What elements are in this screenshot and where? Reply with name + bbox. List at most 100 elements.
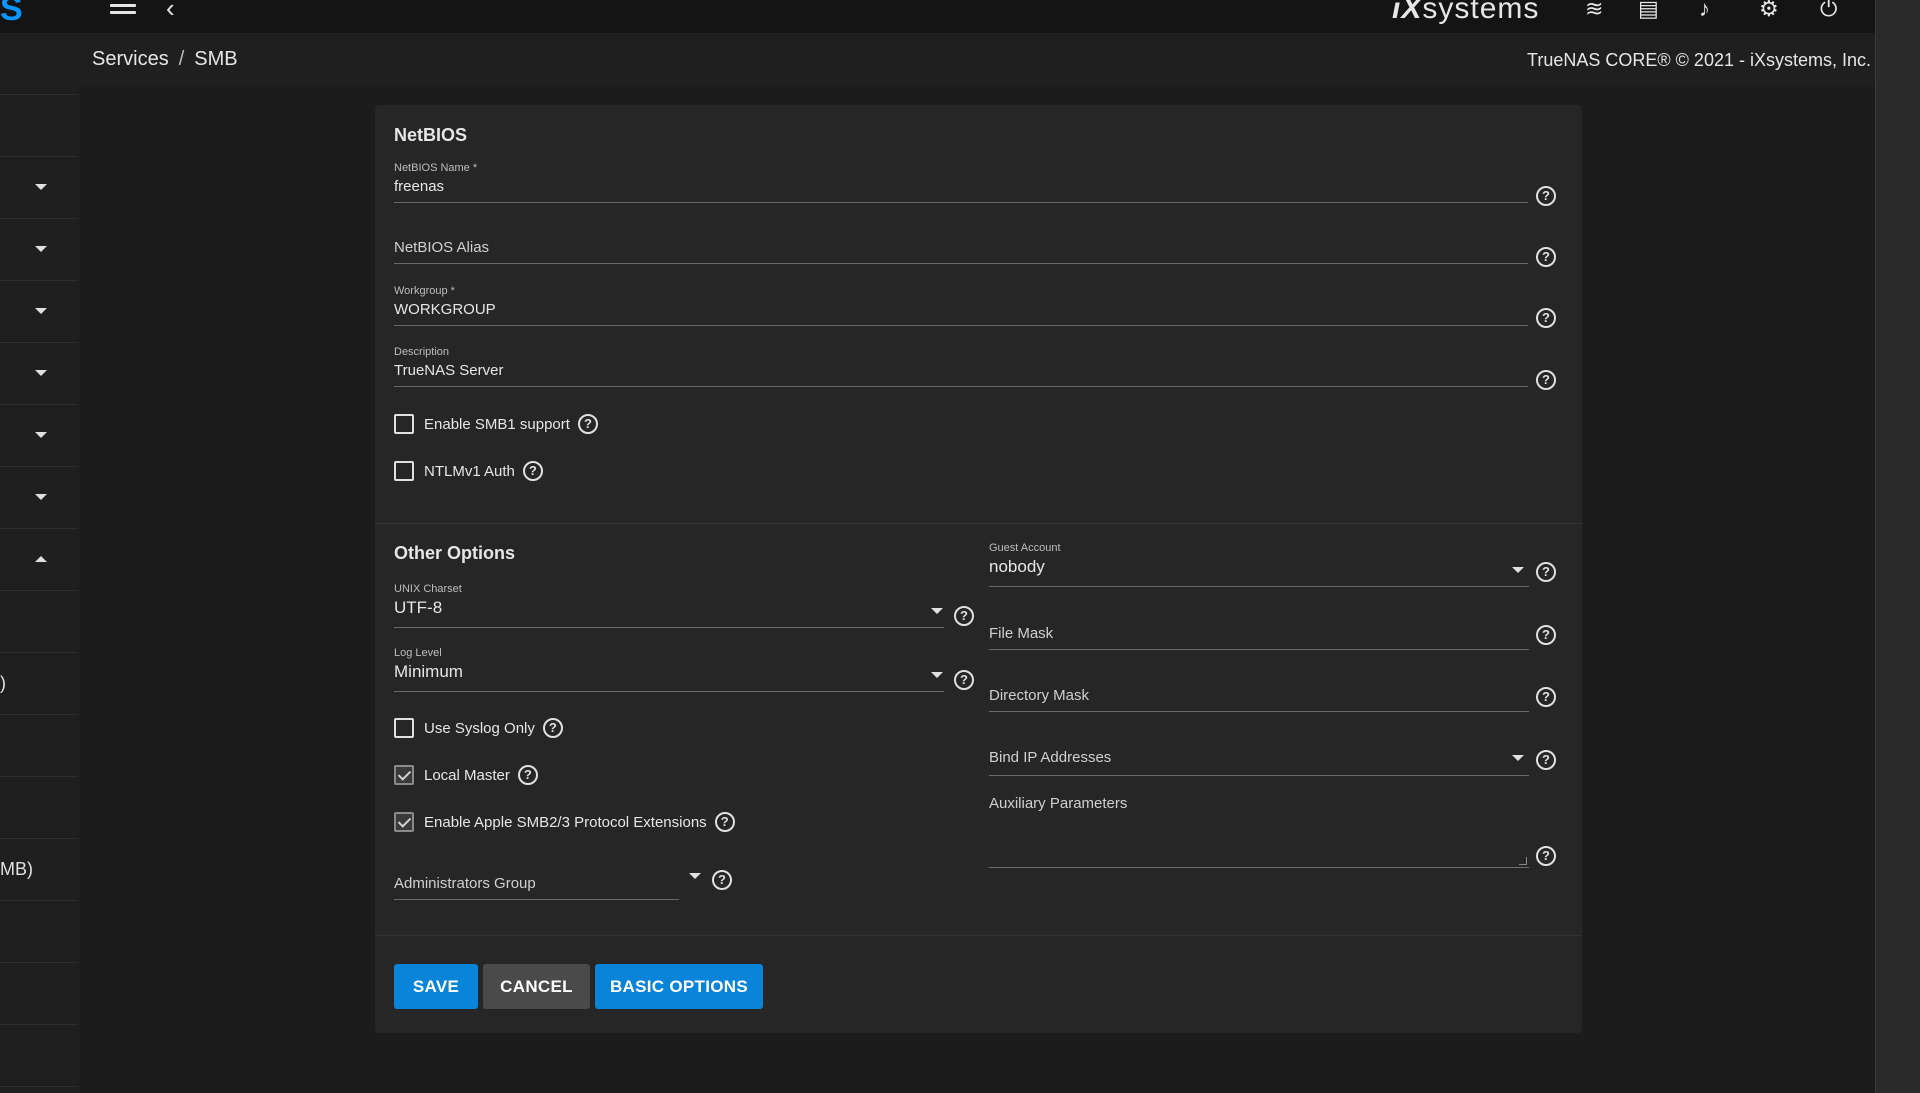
description-input[interactable]: TrueNAS Server [394, 362, 503, 379]
save-button[interactable]: SAVE [394, 964, 478, 1009]
local-master-checkbox-row: Local Master ? [394, 765, 538, 785]
help-icon[interactable]: ? [1536, 750, 1556, 770]
log-level-value[interactable]: Minimum [394, 662, 463, 682]
bind-ip-select[interactable]: Bind IP Addresses ? [989, 729, 1569, 781]
netbios-alias-input[interactable]: NetBIOS Alias [394, 239, 489, 256]
chevron-down-icon[interactable] [1512, 567, 1524, 573]
help-icon[interactable]: ? [1536, 625, 1556, 645]
chevron-down-icon[interactable] [1512, 755, 1524, 761]
sidebar-item[interactable] [0, 157, 78, 219]
checkbox-label[interactable]: Local Master [424, 767, 510, 784]
apple-smb-extensions-checkbox[interactable] [394, 812, 414, 832]
enable-smb1-checkbox[interactable] [394, 414, 414, 434]
copyright-text: TrueNAS CORE® © 2021 - iXsystems, Inc. [1527, 50, 1871, 70]
sidebar: ) MB) [0, 33, 80, 1093]
page-header: Services / SMB TrueNAS CORE® © 2021 - iXsy… [80, 33, 1875, 85]
sidebar-item[interactable] [0, 777, 78, 839]
netbios-name-field[interactable]: NetBIOS Name * freenas ? [394, 162, 1556, 212]
netbios-alias-field[interactable]: NetBIOS Alias ? [394, 223, 1556, 273]
netbios-name-input[interactable]: freenas [394, 178, 444, 195]
sidebar-item[interactable] [0, 901, 78, 963]
ixsystems-logo[interactable]: iXsystems [1392, 0, 1539, 26]
sidebar-item[interactable] [0, 95, 78, 157]
help-icon[interactable]: ? [1536, 687, 1556, 707]
help-icon[interactable]: ? [714, 812, 735, 832]
sidebar-item[interactable] [0, 529, 78, 591]
help-icon[interactable]: ? [1536, 247, 1556, 267]
chevron-down-icon[interactable] [931, 672, 943, 678]
help-icon[interactable]: ? [522, 461, 543, 481]
field-label: Guest Account [989, 542, 1061, 554]
help-icon[interactable]: ? [1536, 186, 1556, 206]
chevron-down-icon[interactable] [689, 873, 701, 879]
auxiliary-parameters-textarea[interactable] [989, 867, 1529, 868]
checkbox-label[interactable]: NTLMv1 Auth [424, 463, 515, 480]
help-icon[interactable]: ? [954, 670, 974, 690]
layers-icon[interactable]: ≋ [1585, 0, 1603, 22]
sidebar-item[interactable]: ) [0, 653, 78, 715]
chevron-down-icon [35, 370, 47, 376]
sidebar-item[interactable] [0, 1025, 78, 1087]
local-master-checkbox[interactable] [394, 765, 414, 785]
log-level-select[interactable]: Log Level Minimum ? [394, 647, 974, 702]
sidebar-item[interactable]: MB) [0, 839, 78, 901]
directory-mask-field[interactable]: Directory Mask ? [989, 667, 1569, 717]
back-icon[interactable]: ‹ [166, 0, 175, 24]
other-options-section-title: Other Options [394, 543, 515, 563]
help-icon[interactable]: ? [517, 765, 538, 785]
scrollbar[interactable] [1875, 0, 1920, 1093]
sidebar-item[interactable] [0, 963, 78, 1025]
unix-charset-value[interactable]: UTF-8 [394, 598, 442, 618]
bell-icon[interactable]: ♪ [1699, 0, 1710, 22]
sidebar-item[interactable] [0, 343, 78, 405]
sidebar-item[interactable] [0, 715, 78, 777]
sidebar-item-label: MB) [0, 859, 33, 879]
administrators-group-field[interactable]: Administrators Group [394, 857, 701, 907]
auxiliary-parameters-field[interactable]: Auxiliary Parameters ? [989, 795, 1569, 875]
guest-account-value[interactable]: nobody [989, 557, 1045, 577]
chevron-down-icon [35, 494, 47, 500]
power-icon[interactable]: ⏻ [1820, 0, 1837, 22]
sidebar-item[interactable] [0, 33, 78, 95]
cancel-button[interactable]: CANCEL [483, 964, 590, 1009]
file-mask-input[interactable]: File Mask [989, 625, 1053, 642]
clipboard-icon[interactable]: ▤ [1638, 0, 1659, 22]
breadcrumb-services[interactable]: Services [92, 48, 169, 70]
smb1-checkbox-row: Enable SMB1 support ? [394, 414, 598, 434]
sidebar-item[interactable] [0, 467, 78, 529]
gear-icon[interactable]: ⚙ [1759, 0, 1779, 22]
help-icon[interactable]: ? [542, 718, 563, 738]
help-icon[interactable]: ? [1536, 370, 1556, 390]
checkbox-label[interactable]: Use Syslog Only [424, 720, 535, 737]
sidebar-item[interactable] [0, 281, 78, 343]
sidebar-item[interactable] [0, 591, 78, 653]
help-icon[interactable]: ? [712, 870, 732, 890]
chevron-up-icon [35, 556, 47, 562]
administrators-group-input[interactable]: Administrators Group [394, 875, 536, 892]
chevron-down-icon[interactable] [931, 608, 943, 614]
bind-ip-input[interactable]: Bind IP Addresses [989, 749, 1111, 766]
guest-account-select[interactable]: Guest Account nobody ? [989, 542, 1569, 597]
use-syslog-only-checkbox[interactable] [394, 718, 414, 738]
directory-mask-input[interactable]: Directory Mask [989, 687, 1089, 704]
chevron-down-icon [35, 246, 47, 252]
checkbox-label[interactable]: Enable Apple SMB2/3 Protocol Extensions [424, 814, 707, 831]
resize-handle-icon[interactable] [1519, 857, 1527, 865]
help-icon[interactable]: ? [1536, 308, 1556, 328]
help-icon[interactable]: ? [1536, 562, 1556, 582]
menu-icon[interactable] [110, 0, 136, 18]
unix-charset-select[interactable]: UNIX Charset UTF-8 ? [394, 583, 974, 638]
workgroup-input[interactable]: WORKGROUP [394, 301, 496, 318]
help-icon[interactable]: ? [577, 414, 598, 434]
ntlmv1-auth-checkbox[interactable] [394, 461, 414, 481]
basic-options-button[interactable]: BASIC OPTIONS [595, 964, 763, 1009]
help-icon[interactable]: ? [954, 606, 974, 626]
workgroup-field[interactable]: Workgroup * WORKGROUP ? [394, 285, 1556, 335]
sidebar-item[interactable] [0, 405, 78, 467]
sidebar-item[interactable] [0, 219, 78, 281]
file-mask-field[interactable]: File Mask ? [989, 605, 1569, 655]
description-field[interactable]: Description TrueNAS Server ? [394, 346, 1556, 396]
checkbox-label[interactable]: Enable SMB1 support [424, 416, 570, 433]
help-icon[interactable]: ? [1536, 846, 1556, 866]
truenas-logo[interactable]: S [0, 0, 23, 29]
